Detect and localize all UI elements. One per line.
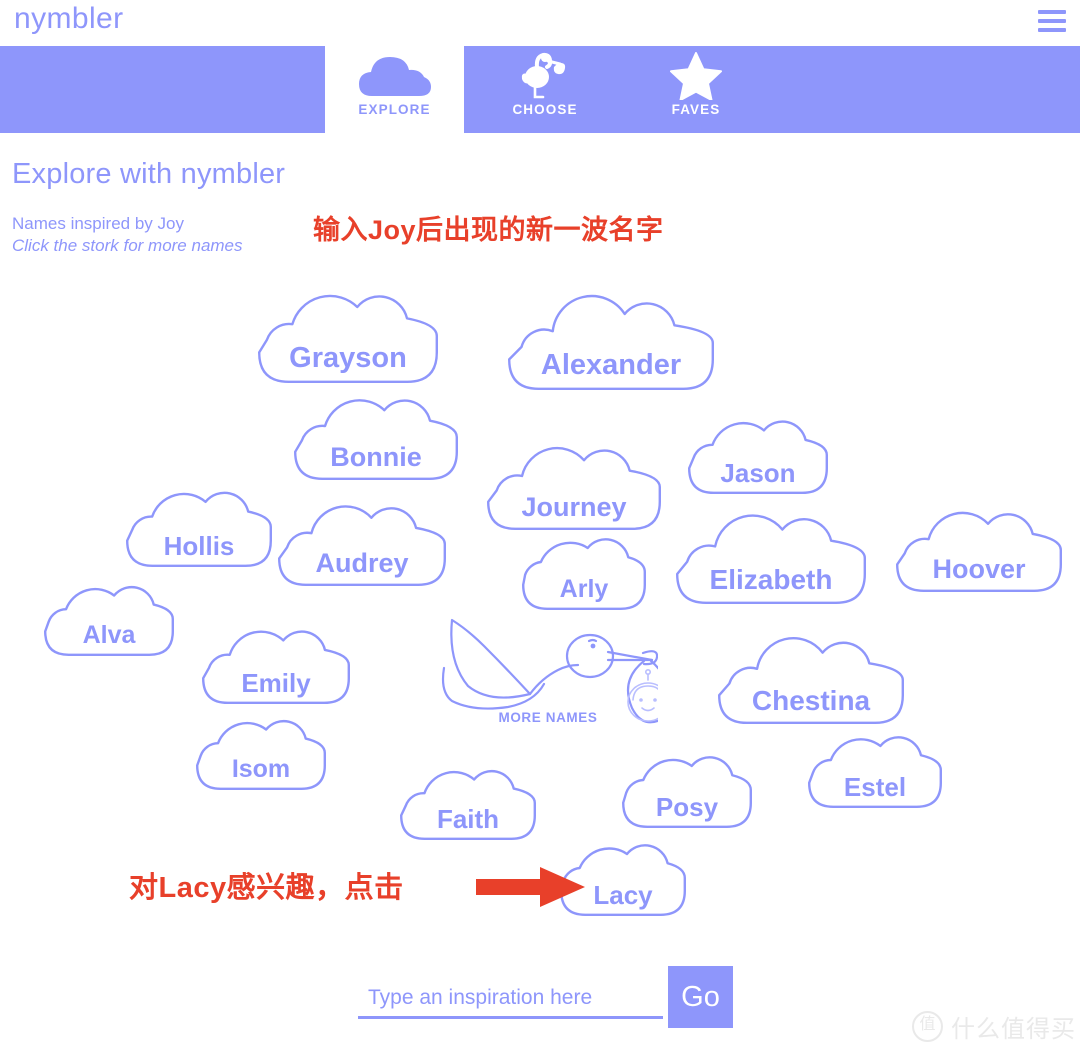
cloud-shape (278, 505, 446, 586)
name-cloud[interactable]: Emily (202, 622, 350, 704)
name-cloud[interactable]: Faith (400, 762, 536, 840)
cloud-shape (808, 736, 942, 808)
name-cloud[interactable]: Alva (44, 578, 174, 656)
annotation-bottom-text: 对Lacy感兴趣，点击 (129, 872, 404, 904)
name-cloud[interactable]: Alexander (508, 292, 714, 390)
cloud-shape (522, 538, 646, 610)
cloud-shape (294, 399, 458, 480)
cloud-shape (400, 769, 536, 840)
name-cloud[interactable]: Audrey (278, 498, 446, 586)
name-cloud[interactable]: Hollis (126, 483, 272, 567)
name-cloud[interactable]: Posy (622, 748, 752, 828)
name-cloud[interactable]: Elizabeth (676, 508, 866, 604)
go-button[interactable]: Go (668, 966, 733, 1028)
inspiration-search-input[interactable] (358, 986, 663, 1019)
cloud-shape (676, 514, 866, 604)
cloud-shape (896, 511, 1062, 592)
name-cloud[interactable]: Grayson (258, 285, 438, 383)
cloud-shape (258, 294, 438, 383)
name-cloud[interactable]: Jason (688, 412, 828, 494)
name-cloud[interactable]: Journey (487, 440, 661, 530)
name-cloud[interactable]: Chestina (718, 632, 904, 724)
cloud-shape (718, 636, 904, 724)
cloud-shape (126, 491, 272, 567)
cloud-shape (196, 719, 326, 790)
stork-label: MORE NAMES (498, 710, 598, 725)
cloud-shape (688, 420, 828, 494)
cloud-shape (44, 585, 174, 656)
cloud-shape (622, 756, 752, 828)
name-cloud[interactable]: Arly (522, 530, 646, 610)
cloud-shape (508, 294, 714, 390)
cloud-shape (202, 630, 350, 704)
cloud-shape (487, 446, 661, 530)
name-cloud[interactable]: Hoover (896, 504, 1062, 592)
name-cloud[interactable]: Bonnie (294, 390, 458, 480)
right-arrow-icon (476, 866, 586, 908)
name-cloud[interactable]: Estel (808, 728, 942, 808)
name-cloud[interactable]: Isom (196, 712, 326, 790)
